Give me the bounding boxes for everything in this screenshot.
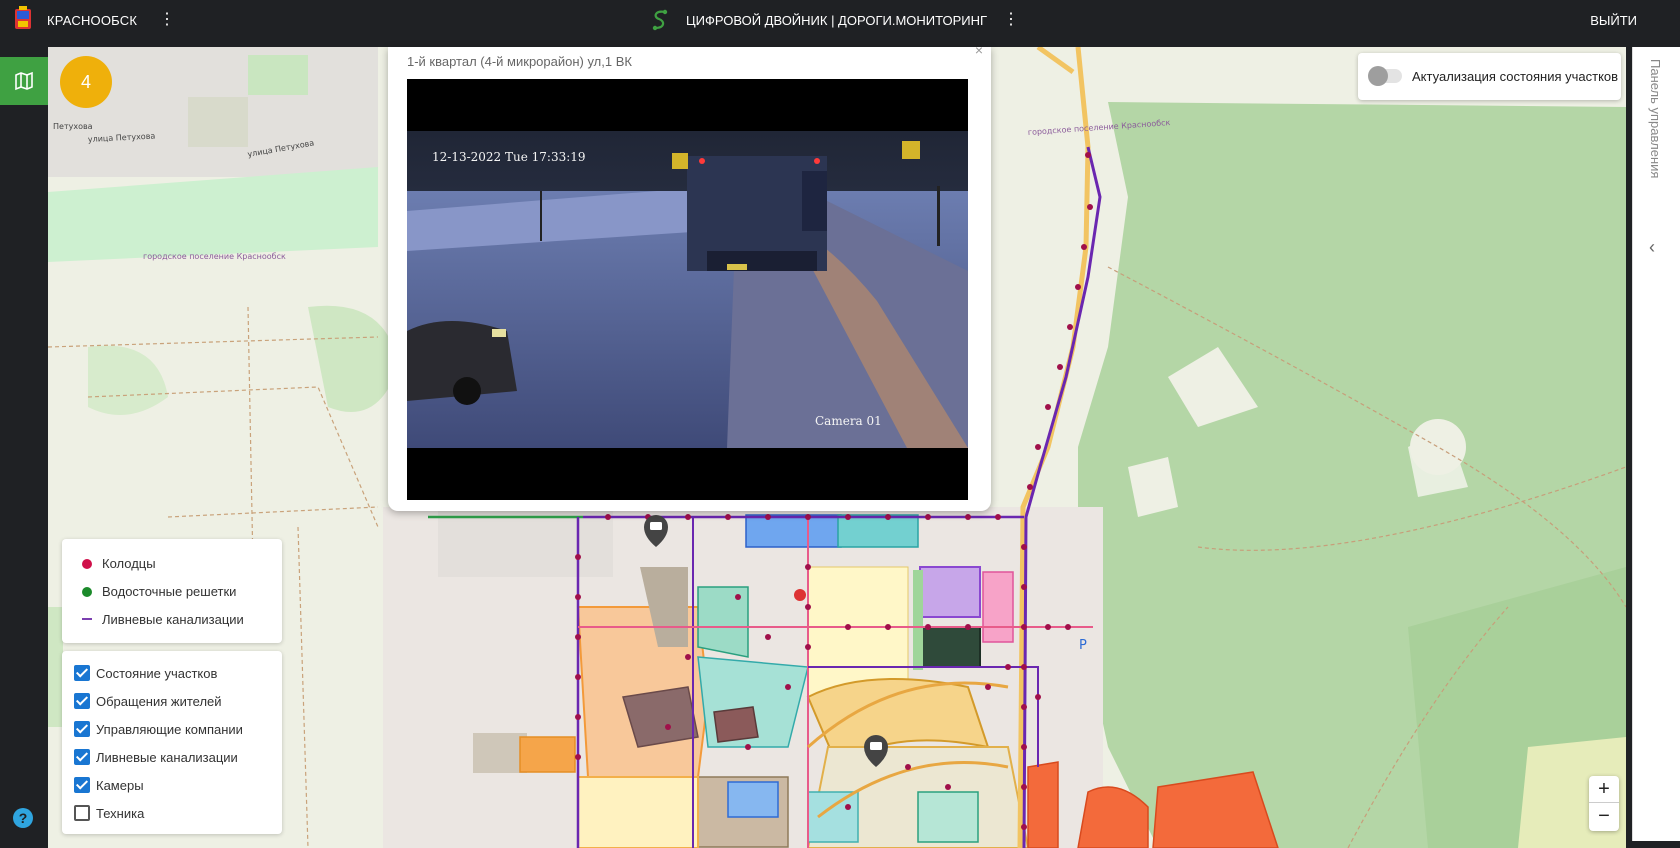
osd-datetime: 12-13-2022 Tue 17:33:19 — [432, 150, 586, 164]
control-panel-title: Панель управления — [1648, 59, 1663, 179]
layer-storm-sewers[interactable]: Ливневые канализации — [74, 749, 238, 767]
actualization-label: Актуализация состояния участков — [1412, 69, 1619, 84]
checkbox-icon[interactable] — [74, 805, 90, 821]
control-panel: Панель управления ‹ — [1632, 47, 1680, 841]
layer-cameras[interactable]: Камеры — [74, 777, 144, 795]
logout-button[interactable]: ВЫЙТИ — [1590, 13, 1637, 28]
zoom-control: + − — [1589, 776, 1619, 831]
app-logo-icon — [652, 9, 668, 31]
osd-camera-name: Camera 01 — [815, 414, 882, 428]
zoom-in-button[interactable]: + — [1589, 776, 1619, 803]
storm-sewer-line-icon — [82, 618, 92, 620]
checkbox-icon[interactable] — [74, 693, 90, 709]
city-name: КРАСНООБСК — [47, 13, 138, 28]
layers-panel: Состояние участков Обращения жителей Упр… — [62, 651, 282, 834]
layer-resident-requests[interactable]: Обращения жителей — [74, 693, 222, 711]
camera-popup: 1-й квартал (4-й микрорайон) ул,1 ВК × 1… — [388, 42, 991, 511]
manhole-dot-icon — [82, 559, 92, 569]
help-icon[interactable]: ? — [13, 808, 33, 828]
map-label-settlement-1: городское поселение Краснообск — [143, 252, 286, 261]
legend: Колодцы Водосточные решетки Ливневые кан… — [62, 539, 282, 643]
layer-vehicles[interactable]: Техника — [74, 805, 144, 823]
map-label-parking: P — [1079, 638, 1087, 653]
app-menu-icon[interactable]: ⋮ — [1003, 11, 1019, 29]
close-icon[interactable]: × — [975, 42, 983, 58]
city-menu-icon[interactable]: ⋮ — [159, 11, 175, 29]
chevron-left-icon[interactable]: ‹ — [1649, 237, 1655, 258]
actualization-switch[interactable] — [1368, 66, 1402, 86]
checkbox-icon[interactable] — [74, 665, 90, 681]
notification-count-badge[interactable]: 4 — [60, 56, 112, 108]
checkbox-icon[interactable] — [74, 777, 90, 793]
left-sidebar: ? — [0, 47, 48, 848]
map-view-button[interactable] — [0, 57, 48, 105]
checkbox-icon[interactable] — [74, 749, 90, 765]
legend-item-manholes: Колодцы — [82, 556, 156, 572]
city-emblem-icon — [15, 6, 31, 29]
legend-item-storm-sewers: Ливневые канализации — [82, 612, 244, 628]
top-bar: КРАСНООБСК ⋮ ЦИФРОВОЙ ДВОЙНИК | ДОРОГИ.М… — [0, 0, 1680, 40]
zoom-out-button[interactable]: − — [1589, 803, 1619, 830]
camera-popup-title: 1-й квартал (4-й микрорайон) ул,1 ВК — [407, 54, 632, 69]
camera-frame-image — [407, 131, 968, 448]
drain-grate-dot-icon — [82, 587, 92, 597]
checkbox-icon[interactable] — [74, 721, 90, 737]
map-icon — [15, 71, 33, 91]
layer-management-companies[interactable]: Управляющие компании — [74, 721, 243, 739]
app-title: ЦИФРОВОЙ ДВОЙНИК | ДОРОГИ.МОНИТОРИНГ — [686, 13, 988, 28]
layer-section-status[interactable]: Состояние участков — [74, 665, 217, 683]
map-label-petukhova-short: Петухова — [53, 122, 93, 131]
legend-item-drain-grates: Водосточные решетки — [82, 584, 236, 600]
camera-video[interactable]: 12-13-2022 Tue 17:33:19 Camera 01 — [407, 79, 968, 500]
actualization-toggle-panel: Актуализация состояния участков — [1358, 53, 1621, 100]
